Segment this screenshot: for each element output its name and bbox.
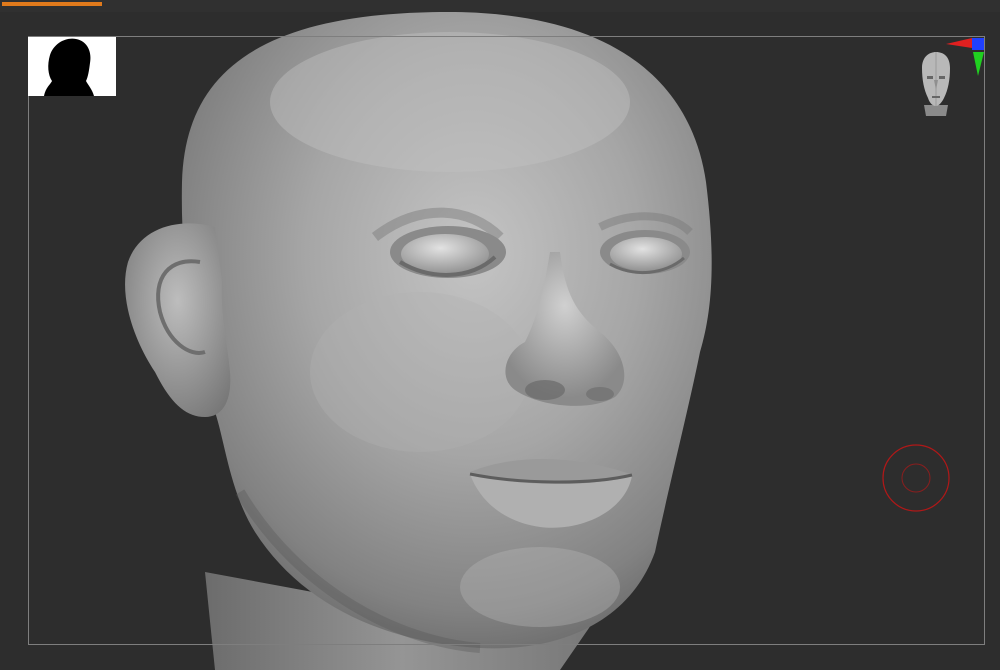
progress-bar: [2, 2, 102, 6]
axis-z-block: [972, 38, 984, 50]
viewport-canvas[interactable]: [0, 12, 1000, 670]
silhouette-icon: [44, 38, 94, 96]
silhouette-thumbnail[interactable]: [28, 37, 116, 96]
axis-y-arrow: [973, 52, 984, 76]
canvas-frame: [28, 36, 985, 645]
axis-x-arrow: [946, 38, 972, 48]
navigation-head-icon[interactable]: [916, 50, 956, 120]
sculpt-app: [0, 0, 1000, 670]
brush-cursor-icon: [881, 443, 951, 513]
brush-outer-ring: [882, 444, 950, 512]
brush-inner-ring: [901, 463, 931, 493]
